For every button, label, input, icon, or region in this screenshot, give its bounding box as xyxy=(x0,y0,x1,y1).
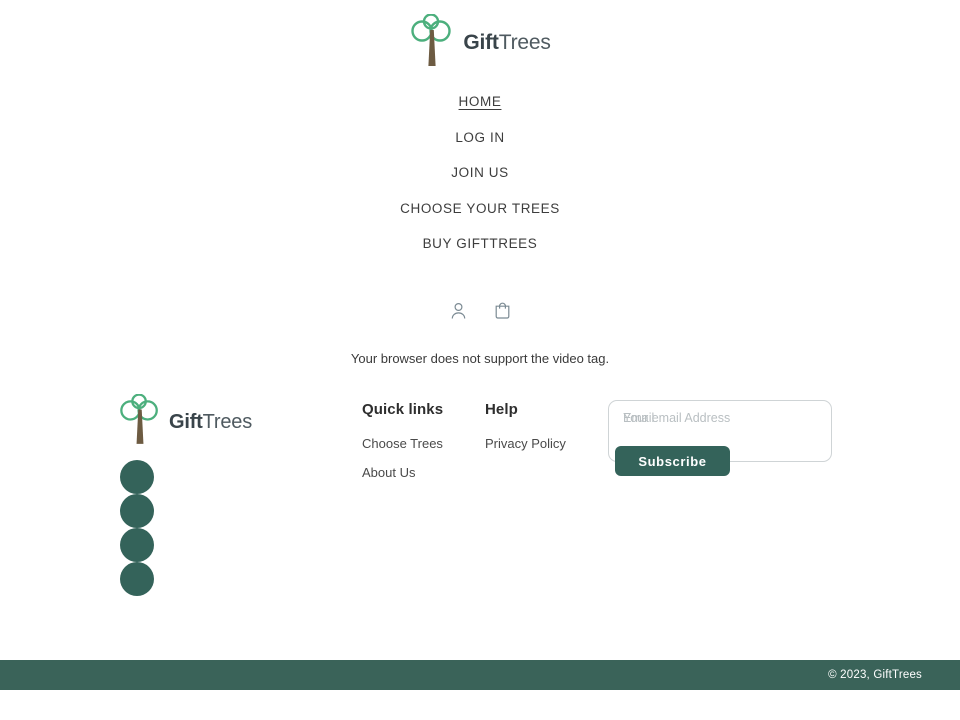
social-icon-2[interactable] xyxy=(120,494,154,528)
brand-word-bold: Gift xyxy=(463,31,499,54)
newsletter-signup-form: Email Your email Address Subscribe xyxy=(608,400,832,476)
footer-brand-column: GiftTrees xyxy=(118,393,252,596)
subscribe-button[interactable]: Subscribe xyxy=(615,446,730,476)
footer-link-list: Choose Trees About Us xyxy=(362,435,443,482)
site-footer: GiftTrees Quick links Choose Trees About… xyxy=(0,390,960,660)
footer-brand-word-light: Trees xyxy=(202,411,253,433)
nav-link-join-us[interactable]: JOIN US xyxy=(451,155,508,191)
nav-link-home[interactable]: HOME xyxy=(459,84,502,120)
footer-column-quick-links: Quick links Choose Trees About Us xyxy=(362,390,443,493)
list-item: Choose Trees xyxy=(362,435,443,453)
footer-column-title: Quick links xyxy=(362,401,444,418)
video-fallback-text: Your browser does not support the video … xyxy=(350,350,610,366)
header-logo[interactable]: GiftTrees xyxy=(409,12,551,73)
site-header: GiftTrees HOME LOG IN JOIN US CHOOSE YOU… xyxy=(0,0,960,368)
social-icon-stack xyxy=(120,460,154,596)
nav-link-choose-your-trees[interactable]: CHOOSE YOUR TREES xyxy=(400,191,560,227)
footer-grid: GiftTrees Quick links Choose Trees About… xyxy=(0,390,960,660)
footer-link-about-us[interactable]: About Us xyxy=(362,465,415,480)
main-navigation: HOME LOG IN JOIN US CHOOSE YOUR TREES BU… xyxy=(0,84,960,262)
list-item: Privacy Policy xyxy=(485,435,566,453)
social-icon-4[interactable] xyxy=(120,562,154,596)
social-icon-1[interactable] xyxy=(120,460,154,494)
footer-link-privacy-policy[interactable]: Privacy Policy xyxy=(485,436,566,451)
footer-link-list: Privacy Policy xyxy=(485,435,566,453)
brand-wordmark: GiftTrees xyxy=(463,31,550,55)
footer-brand-word-bold: Gift xyxy=(169,411,203,433)
footer-link-choose-trees[interactable]: Choose Trees xyxy=(362,436,443,451)
list-item: About Us xyxy=(362,464,443,482)
shopping-bag-icon[interactable] xyxy=(489,298,515,324)
tree-logo-icon xyxy=(118,393,162,451)
copyright-text: © 2023, GiftTrees xyxy=(828,669,922,681)
footer-column-title: Help xyxy=(485,401,518,418)
footer-logo[interactable]: GiftTrees xyxy=(118,393,252,451)
nav-link-buy-gifttrees[interactable]: BUY GIFTTREES xyxy=(423,226,538,262)
utility-icon-row xyxy=(445,298,515,324)
nav-link-log-in[interactable]: LOG IN xyxy=(455,120,504,156)
footer-column-help: Help Privacy Policy xyxy=(485,390,566,464)
social-icon-3[interactable] xyxy=(120,528,154,562)
page-root: GiftTrees HOME LOG IN JOIN US CHOOSE YOU… xyxy=(0,0,960,720)
copyright-bar: © 2023, GiftTrees xyxy=(0,660,960,690)
footer-brand-wordmark: GiftTrees xyxy=(169,411,252,434)
brand-word-light: Trees xyxy=(498,31,551,54)
account-icon[interactable] xyxy=(445,298,471,324)
tree-logo-icon xyxy=(409,12,455,73)
